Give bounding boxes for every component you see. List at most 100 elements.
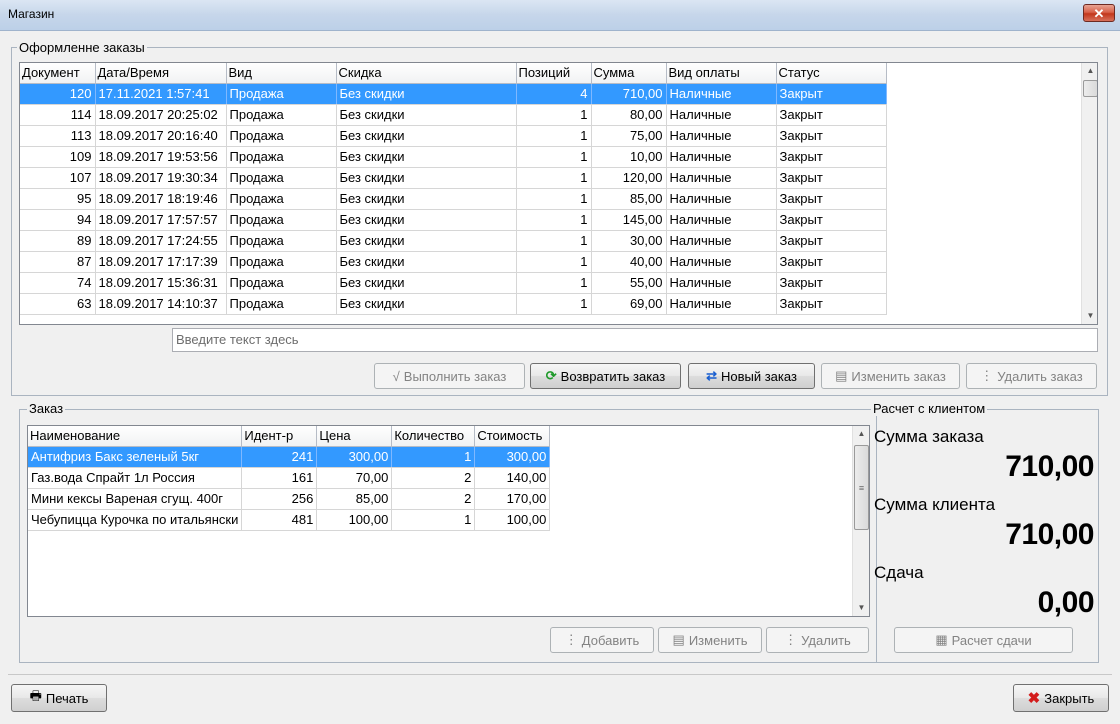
new-order-button[interactable]: ⇄ Новый заказ (688, 363, 815, 389)
table-cell: 18.09.2017 20:16:40 (95, 125, 227, 147)
table-cell: 85,00 (316, 488, 393, 510)
table-cell: Продажа (226, 167, 337, 189)
orders-grid[interactable]: Документ Дата/Время Вид Скидка Позиций Сумма В… (19, 62, 1098, 325)
orders-scrollbar[interactable]: ▲ ▼ (1081, 63, 1097, 324)
complete-order-label: Выполнить заказ (403, 368, 507, 384)
table-cell: Продажа (226, 104, 337, 126)
table-row[interactable]: Чебупицца Курочка по итальянски 481 100,00… (28, 509, 551, 531)
table-row[interactable]: 74 18.09.2017 15:36:31 Продажа Без скидки 1 5… (20, 272, 887, 294)
table-cell: Закрыт (776, 251, 887, 273)
table-cell: 241 (241, 446, 318, 468)
table-cell: Наличные (666, 188, 777, 210)
calc-change-button[interactable]: ▦ Расчет сдачи (894, 627, 1073, 653)
table-cell: 1 (516, 293, 592, 315)
table-row[interactable]: 109 18.09.2017 19:53:56 Продажа Без скидки 1… (20, 146, 887, 168)
table-cell: 120,00 (591, 167, 667, 189)
table-cell: 300,00 (316, 446, 393, 468)
table-row[interactable]: 113 18.09.2017 20:16:40 Продажа Без скидки 1… (20, 125, 887, 147)
column-header[interactable]: Дата/Время (95, 63, 227, 84)
column-header[interactable]: Стоимость (474, 426, 551, 447)
table-cell: Закрыт (776, 146, 887, 168)
table-cell: 89 (20, 230, 96, 252)
column-header[interactable]: Статус (776, 63, 887, 84)
printer-icon: 🖶 (29, 688, 42, 703)
table-row[interactable]: 107 18.09.2017 19:30:34 Продажа Без скидки 1… (20, 167, 887, 189)
table-cell: 481 (241, 509, 318, 531)
column-header[interactable]: Сумма (591, 63, 667, 84)
table-cell: Закрыт (776, 272, 887, 294)
table-row[interactable]: 89 18.09.2017 17:24:55 Продажа Без скидки 1 3… (20, 230, 887, 252)
table-row[interactable]: 87 18.09.2017 17:17:39 Продажа Без скидки 1 4… (20, 251, 887, 273)
calculator-icon: ▦ (935, 632, 948, 647)
table-cell: 120 (20, 83, 96, 105)
table-row[interactable]: 95 18.09.2017 18:19:46 Продажа Без скидки 1 8… (20, 188, 887, 210)
table-cell: Продажа (226, 209, 337, 231)
return-order-button[interactable]: ⟳ Возвратить заказ (530, 363, 681, 389)
table-cell: Продажа (226, 272, 337, 294)
table-cell: 2 (391, 467, 476, 489)
table-cell: 1 (516, 251, 592, 273)
table-row[interactable]: Газ.вода Спрайт 1л Россия 161 70,00 2 140,00 (28, 467, 551, 489)
add-item-button[interactable]: ⋮ Добавить (550, 627, 654, 653)
table-cell: 69,00 (591, 293, 667, 315)
column-header[interactable]: Документ (20, 63, 96, 84)
delete-icon: ⋮ (784, 632, 798, 647)
close-label: Закрыть (1044, 690, 1095, 706)
table-cell: 710,00 (591, 83, 667, 105)
column-header[interactable]: Вид оплаты (666, 63, 777, 84)
close-icon: ✖ (1027, 690, 1041, 707)
table-cell: 100,00 (316, 509, 393, 531)
scroll-thumb[interactable] (1083, 80, 1097, 97)
edit-item-button[interactable]: ▤ Изменить (658, 627, 762, 653)
table-cell: Без скидки (336, 104, 517, 126)
column-header[interactable]: Цена (316, 426, 393, 447)
table-row[interactable]: Мини кексы Вареная сгущ. 400г 256 85,00 2 17… (28, 488, 551, 510)
complete-order-button[interactable]: √ Выполнить заказ (374, 363, 525, 389)
table-row[interactable]: 120 17.11.2021 1:57:41 Продажа Без скидки 4 7… (20, 83, 887, 105)
search-placeholder: Введите текст здесь (176, 332, 299, 347)
delete-item-button[interactable]: ⋮ Удалить (766, 627, 869, 653)
table-cell: Продажа (226, 146, 337, 168)
table-cell: 18.09.2017 17:57:57 (95, 209, 227, 231)
change-value: 0,00 (1037, 586, 1095, 619)
table-cell: Без скидки (336, 251, 517, 273)
table-row[interactable]: 63 18.09.2017 14:10:37 Продажа Без скидки 1 6… (20, 293, 887, 315)
window-close-button[interactable]: ✕ (1083, 4, 1115, 22)
table-cell: 63 (20, 293, 96, 315)
column-header[interactable]: Позиций (516, 63, 592, 84)
close-button[interactable]: ✖ Закрыть (1013, 684, 1109, 712)
table-row[interactable]: 94 18.09.2017 17:57:57 Продажа Без скидки 1 1… (20, 209, 887, 231)
table-cell: 55,00 (591, 272, 667, 294)
table-cell: 113 (20, 125, 96, 147)
table-row[interactable]: 114 18.09.2017 20:25:02 Продажа Без скидки 1… (20, 104, 887, 126)
table-cell: 40,00 (591, 251, 667, 273)
scroll-up-icon[interactable]: ▲ (1082, 63, 1097, 79)
table-cell: 10,00 (591, 146, 667, 168)
edit-order-button[interactable]: ▤ Изменить заказ (821, 363, 960, 389)
column-header[interactable]: Количество (391, 426, 476, 447)
table-row[interactable]: Антифриз Бакс зеленый 5кг 241 300,00 1 300,0… (28, 446, 551, 468)
column-header[interactable]: Наименование (28, 426, 243, 447)
table-cell: Без скидки (336, 83, 517, 105)
table-cell: 114 (20, 104, 96, 126)
table-cell: Продажа (226, 125, 337, 147)
table-cell: Наличные (666, 293, 777, 315)
table-cell: 1 (516, 125, 592, 147)
table-cell: Наличные (666, 125, 777, 147)
delete-order-button[interactable]: ⋮ Удалить заказ (966, 363, 1097, 389)
table-cell: 94 (20, 209, 96, 231)
column-header[interactable]: Идент-р (241, 426, 318, 447)
order-items-grid[interactable]: Наименование Идент-р Цена Количество Стоимос… (27, 425, 870, 617)
table-cell: Продажа (226, 251, 337, 273)
print-button[interactable]: 🖶 Печать (11, 684, 107, 712)
title-bar (0, 0, 1120, 31)
column-header[interactable]: Вид (226, 63, 337, 84)
table-cell: Продажа (226, 230, 337, 252)
scroll-down-icon[interactable]: ▼ (1082, 308, 1097, 324)
table-cell: Без скидки (336, 272, 517, 294)
table-cell: Продажа (226, 83, 337, 105)
table-cell: Без скидки (336, 293, 517, 315)
column-header[interactable]: Скидка (336, 63, 517, 84)
table-cell: Закрыт (776, 83, 887, 105)
search-input[interactable]: Введите текст здесь (172, 328, 1098, 352)
